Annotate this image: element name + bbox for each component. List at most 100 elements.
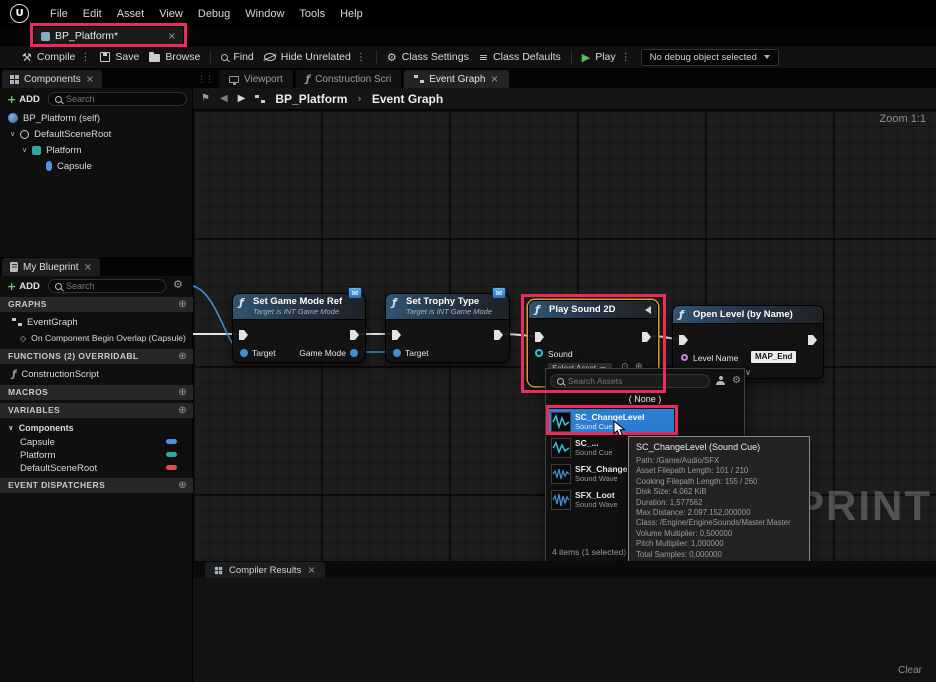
class-settings-button[interactable]: ⚙ Class Settings bbox=[387, 51, 469, 64]
gear-icon[interactable]: ⚙ bbox=[732, 375, 741, 386]
variable-row-capsule[interactable]: Capsule bbox=[20, 435, 185, 449]
exec-out-pin[interactable] bbox=[494, 330, 503, 340]
macros-section-header[interactable]: MACROS ⊕ bbox=[0, 385, 193, 400]
menu-debug[interactable]: Debug bbox=[198, 8, 230, 20]
level-name-pin[interactable] bbox=[681, 354, 688, 361]
variables-components-group[interactable]: ∨ Components bbox=[8, 421, 74, 435]
breadcrumb-current[interactable]: Event Graph bbox=[372, 92, 443, 106]
class-defaults-button[interactable]: ≡ Class Defaults bbox=[479, 51, 561, 64]
node-set-trophy-type[interactable]: ƒ Set Trophy Type Target is INT Game Mod… bbox=[385, 287, 510, 363]
envelope-icon: ✉ bbox=[492, 287, 506, 299]
tab-compiler-results[interactable]: Compiler Results × bbox=[205, 562, 325, 578]
exec-in-pin[interactable] bbox=[239, 330, 248, 340]
close-icon[interactable]: × bbox=[86, 74, 94, 85]
bookmark-icon[interactable]: ⚑ bbox=[201, 93, 210, 104]
component-row-defaultsceneroot[interactable]: ∨ DefaultSceneRoot bbox=[10, 127, 111, 141]
my-blueprint-search-input[interactable] bbox=[66, 281, 159, 291]
level-name-value-field[interactable]: MAP_End bbox=[751, 351, 797, 363]
person-icon[interactable] bbox=[716, 376, 725, 385]
play-options-icon[interactable]: ⋮ bbox=[621, 52, 631, 63]
game-mode-pin[interactable] bbox=[350, 349, 358, 357]
debug-object-select[interactable]: No debug object selected bbox=[640, 48, 779, 66]
component-row-self[interactable]: BP_Platform (self) bbox=[8, 111, 100, 125]
close-icon[interactable]: × bbox=[168, 31, 176, 42]
add-macro-icon[interactable]: ⊕ bbox=[178, 385, 187, 400]
unreal-logo-icon[interactable]: U bbox=[10, 4, 29, 23]
exec-out-pin[interactable] bbox=[808, 335, 817, 345]
nav-forward-icon[interactable]: ▶ bbox=[238, 93, 246, 104]
clear-button[interactable]: Clear bbox=[898, 665, 922, 676]
node-set-game-mode-ref[interactable]: ƒ Set Game Mode Ref Target is INT Game M… bbox=[232, 287, 366, 363]
close-icon[interactable]: × bbox=[490, 74, 498, 85]
target-pin-label: Target bbox=[252, 348, 276, 358]
graphs-section-header[interactable]: GRAPHS ⊕ bbox=[0, 297, 193, 312]
my-blueprint-search[interactable] bbox=[48, 279, 166, 293]
menu-edit[interactable]: Edit bbox=[83, 8, 102, 20]
chevron-down-icon[interactable]: ∨ bbox=[22, 146, 27, 154]
hide-unrelated-options-icon[interactable]: ⋮ bbox=[356, 52, 366, 63]
event-dispatchers-section-header[interactable]: EVENT DISPATCHERS ⊕ bbox=[0, 478, 193, 493]
component-row-capsule[interactable]: Capsule bbox=[46, 159, 92, 173]
asset-tab-bp-platform[interactable]: BP_Platform* × bbox=[34, 27, 183, 45]
variable-row-platform[interactable]: Platform bbox=[20, 448, 185, 462]
tab-my-blueprint[interactable]: My Blueprint × bbox=[2, 258, 100, 276]
close-icon[interactable]: × bbox=[307, 565, 315, 576]
node-title: Open Level (by Name) bbox=[693, 309, 793, 320]
tab-construction-script[interactable]: ƒ Construction Scri bbox=[295, 70, 403, 88]
add-variable-icon[interactable]: ⊕ bbox=[178, 403, 187, 418]
hide-unrelated-button[interactable]: Hide Unrelated ⋮ bbox=[263, 51, 366, 63]
event-graph-canvas[interactable]: Zoom 1:1 BLUEPRINT ƒ Set Game Mode Ref T… bbox=[193, 110, 936, 561]
eventgraph-row[interactable]: EventGraph bbox=[12, 315, 78, 329]
menu-window[interactable]: Window bbox=[245, 8, 284, 20]
menu-file[interactable]: File bbox=[50, 8, 68, 20]
waveform-icon bbox=[551, 490, 571, 510]
components-add-button[interactable]: + ADD bbox=[7, 93, 40, 106]
target-pin[interactable] bbox=[240, 349, 248, 357]
overlap-event-row[interactable]: ◇ On Component Begin Overlap (Capsule) bbox=[20, 331, 186, 345]
compile-button[interactable]: ⚒ Compile ⋮ bbox=[22, 51, 90, 64]
add-graph-icon[interactable]: ⊕ bbox=[178, 297, 187, 312]
close-icon[interactable]: × bbox=[84, 262, 92, 273]
asset-name: SC_ChangeLevel bbox=[575, 412, 645, 422]
exec-out-pin[interactable] bbox=[642, 332, 651, 342]
chevron-down-icon[interactable]: ∨ bbox=[10, 130, 15, 138]
exec-in-pin[interactable] bbox=[535, 332, 544, 342]
menu-help[interactable]: Help bbox=[340, 8, 363, 20]
variables-section-header[interactable]: VARIABLES ⊕ bbox=[0, 403, 193, 418]
breadcrumb-root[interactable]: BP_Platform bbox=[275, 92, 347, 106]
tab-viewport[interactable]: Viewport bbox=[219, 70, 294, 88]
component-row-platform[interactable]: ∨ Platform bbox=[22, 143, 82, 157]
menu-tools[interactable]: Tools bbox=[299, 8, 325, 20]
find-button[interactable]: Find bbox=[221, 51, 254, 63]
exec-in-pin[interactable] bbox=[679, 335, 688, 345]
tab-event-graph[interactable]: Event Graph × bbox=[404, 70, 510, 88]
asset-item-sc-changelevel[interactable]: SC_ChangeLevel Sound Cue bbox=[548, 409, 674, 435]
menu-asset[interactable]: Asset bbox=[117, 8, 145, 20]
add-event-dispatcher-icon[interactable]: ⊕ bbox=[178, 478, 187, 493]
compile-options-icon[interactable]: ⋮ bbox=[80, 52, 90, 63]
my-blueprint-add-button[interactable]: + ADD bbox=[7, 280, 40, 293]
exec-out-pin[interactable] bbox=[350, 330, 359, 340]
asset-search-input[interactable] bbox=[568, 376, 703, 386]
browse-button[interactable]: Browse bbox=[149, 51, 200, 63]
variable-row-defaultsceneroot[interactable]: DefaultSceneRoot bbox=[20, 461, 185, 475]
asset-search[interactable] bbox=[550, 374, 710, 388]
save-button[interactable]: Save bbox=[100, 51, 139, 63]
exec-in-pin[interactable] bbox=[392, 330, 401, 340]
sound-pin[interactable] bbox=[535, 349, 543, 357]
tab-components[interactable]: Components × bbox=[2, 70, 103, 88]
functions-section-header[interactable]: FUNCTIONS (2) OVERRIDABL ⊕ bbox=[0, 349, 193, 364]
chevron-down-icon[interactable]: ∨ bbox=[8, 424, 14, 432]
add-function-icon[interactable]: ⊕ bbox=[178, 349, 187, 364]
function-icon: ƒ bbox=[305, 73, 311, 85]
play-button[interactable]: ▶ Play ⋮ bbox=[582, 51, 631, 64]
components-search[interactable] bbox=[48, 92, 187, 106]
gear-icon[interactable]: ⚙ bbox=[173, 278, 183, 291]
chevron-down-icon[interactable]: ∨ bbox=[745, 368, 751, 377]
nav-back-icon[interactable]: ◀ bbox=[220, 93, 228, 104]
target-pin[interactable] bbox=[393, 349, 401, 357]
construction-script-row[interactable]: ƒ ConstructionScript bbox=[12, 367, 99, 381]
asset-option-none[interactable]: ( None ) bbox=[546, 392, 744, 406]
components-search-input[interactable] bbox=[66, 94, 180, 104]
menu-view[interactable]: View bbox=[159, 8, 183, 20]
